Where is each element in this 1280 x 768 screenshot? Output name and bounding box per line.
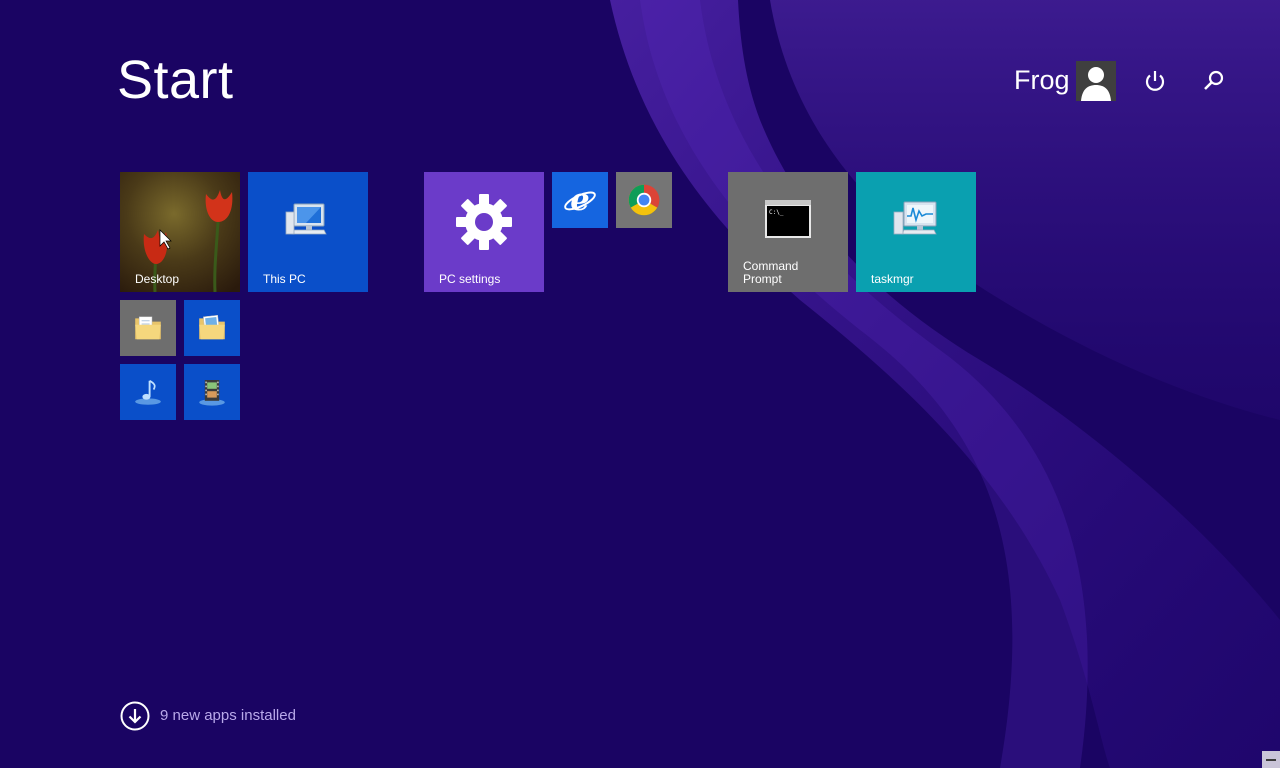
power-icon	[1145, 71, 1165, 91]
tile-pictures[interactable]	[184, 300, 240, 356]
tile-chrome[interactable]	[616, 172, 672, 228]
tile-internet-explorer[interactable]: e	[552, 172, 608, 228]
page-title: Start	[117, 50, 234, 110]
tile-taskmgr[interactable]: taskmgr	[856, 172, 976, 292]
start-screen: Start Frog Desktop This PC PC settings e…	[0, 0, 1280, 768]
tile-desktop[interactable]: Desktop	[120, 172, 240, 292]
zoom-out-button[interactable]	[1262, 751, 1280, 768]
computer-icon	[285, 203, 327, 235]
arrow-down-circle-icon	[120, 701, 150, 731]
user-name[interactable]: Frog	[1014, 62, 1070, 98]
gear-icon	[456, 194, 512, 250]
tile-documents[interactable]	[120, 300, 176, 356]
tile-videos[interactable]	[184, 364, 240, 420]
tile-command-prompt[interactable]: C:\_ Command Prompt	[728, 172, 848, 292]
tile-label: Command Prompt	[743, 259, 799, 286]
tile-label: taskmgr	[871, 272, 914, 286]
new-apps-text: 9 new apps installed	[160, 707, 296, 724]
internet-explorer-icon: e	[564, 182, 596, 218]
tile-label: This PC	[263, 272, 306, 286]
svg-text:C:\_: C:\_	[769, 209, 784, 216]
search-button[interactable]	[1199, 66, 1229, 96]
tile-pc-settings[interactable]: PC settings	[424, 172, 544, 292]
minus-icon	[1266, 759, 1276, 761]
pictures-folder-icon	[199, 315, 225, 340]
search-icon	[1204, 70, 1224, 90]
svg-text:e: e	[570, 182, 589, 218]
console-icon: C:\_	[765, 200, 811, 238]
tile-this-pc[interactable]: This PC	[248, 172, 368, 292]
user-silhouette-icon[interactable]	[1076, 61, 1116, 101]
task-manager-icon	[893, 201, 937, 235]
video-film-icon	[199, 380, 225, 406]
tile-label: PC settings	[439, 272, 501, 286]
power-button[interactable]	[1140, 66, 1170, 96]
music-note-icon	[135, 380, 161, 405]
chrome-icon	[628, 184, 660, 216]
tile-music[interactable]	[120, 364, 176, 420]
tile-label: Desktop	[135, 272, 180, 286]
documents-folder-icon	[135, 316, 161, 340]
